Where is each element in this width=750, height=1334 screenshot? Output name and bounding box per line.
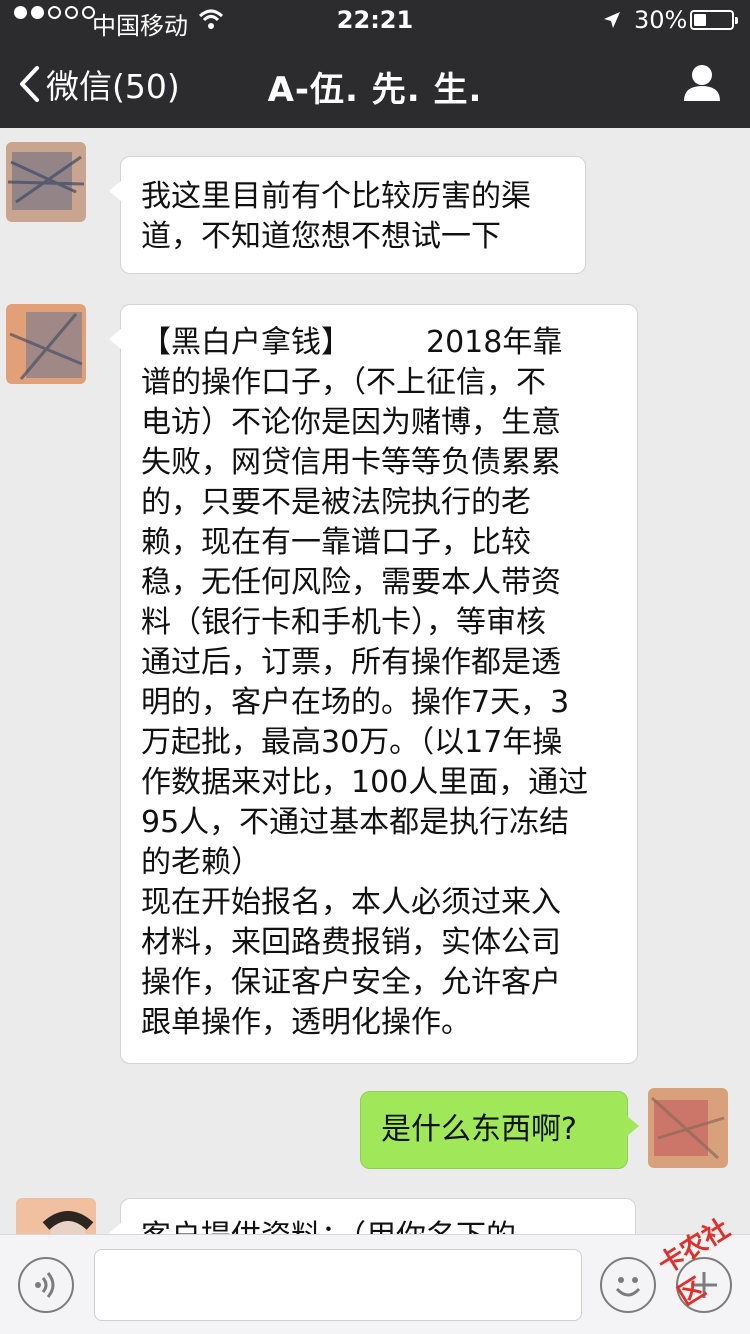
- message-text: 是什么东西啊?: [381, 1112, 577, 1147]
- message-text: 我这里目前有个比较厉害的渠: [141, 179, 531, 214]
- message-text: 料（银行卡和手机卡），等审核: [141, 605, 546, 640]
- emoji-icon: [615, 1277, 641, 1297]
- message-bubble-incoming[interactable]: 【黑白户拿钱】 2018年靠 谱的操作口子，（不上征信，不 电访）不论你是因为赌…: [109, 304, 638, 1064]
- message-text: 通过后，订票，所有操作都是透: [141, 645, 561, 680]
- input-bar: [0, 1234, 750, 1334]
- message-text: 明的，客户在场的。操作7天，3: [141, 685, 570, 720]
- message-list[interactable]: 我这里目前有个比较厉害的渠 道，不知道您想不想试一下 【黑白户拿钱】 2018年…: [0, 128, 750, 1234]
- profile-icon: [684, 65, 720, 101]
- message-bubble-incoming[interactable]: 我这里目前有个比较厉害的渠 道，不知道您想不想试一下: [109, 156, 586, 274]
- voice-icon: [35, 1272, 55, 1298]
- avatar[interactable]: [6, 142, 86, 222]
- message-text: 道，不知道您想不想试一下: [141, 219, 501, 254]
- message-text: 跟单操作，透明化操作。: [141, 1005, 471, 1040]
- message-text: 稳，无任何风险，需要本人带资: [141, 565, 561, 600]
- battery-percentage: 30%: [634, 6, 688, 34]
- message-input[interactable]: [94, 1249, 582, 1321]
- avatar[interactable]: [6, 304, 86, 384]
- voice-button[interactable]: [18, 1257, 74, 1313]
- message-text: 电访）不论你是因为赌博，生意: [141, 405, 561, 440]
- message-text: 现在开始报名，本人必须过来入: [141, 885, 561, 920]
- message-text: 的老赖）: [141, 845, 261, 880]
- message-text: 失败，网贷信用卡等等负债累累: [141, 445, 561, 480]
- location-arrow-icon: [604, 12, 620, 28]
- avatar[interactable]: [648, 1088, 728, 1168]
- message-text: 【黑白户拿钱】 2018年靠: [141, 325, 563, 360]
- message-text: 材料，来回路费报销，实体公司: [141, 925, 561, 960]
- avatar[interactable]: [16, 1198, 96, 1234]
- navigation-bar: 微信(50) A-伍. 先. 生.: [0, 40, 750, 128]
- chat-title: A-伍. 先. 生.: [267, 70, 483, 110]
- message-text: 谱的操作口子，（不上征信，不: [141, 365, 546, 400]
- message-text: 操作，保证客户安全，允许客户: [141, 965, 561, 1000]
- message-text: 95人，不通过基本都是执行冻结: [141, 805, 570, 840]
- message-text: 的，只要不是被法院执行的老: [141, 485, 531, 520]
- profile-button[interactable]: [682, 64, 722, 106]
- message-text: 赖，现在有一靠谱口子，比较: [141, 525, 531, 560]
- message-bubble-outgoing[interactable]: 是什么东西啊?: [360, 1091, 639, 1169]
- status-bar: 中国移动 22:21 30%: [0, 0, 750, 40]
- top-bar: 中国移动 22:21 30% 微信(50) A-伍. 先. 生.: [0, 0, 750, 128]
- emoji-button[interactable]: [600, 1257, 656, 1313]
- message-text: 作数据来对比，100人里面，通过: [141, 765, 589, 800]
- battery-icon: [690, 10, 738, 30]
- message-bubble-incoming[interactable]: 客户提供资料：（用你名下的: [109, 1198, 636, 1234]
- message-text: 万起批，最高30万。（以17年操: [141, 725, 563, 760]
- message-text: 客户提供资料：（用你名下的: [141, 1217, 615, 1234]
